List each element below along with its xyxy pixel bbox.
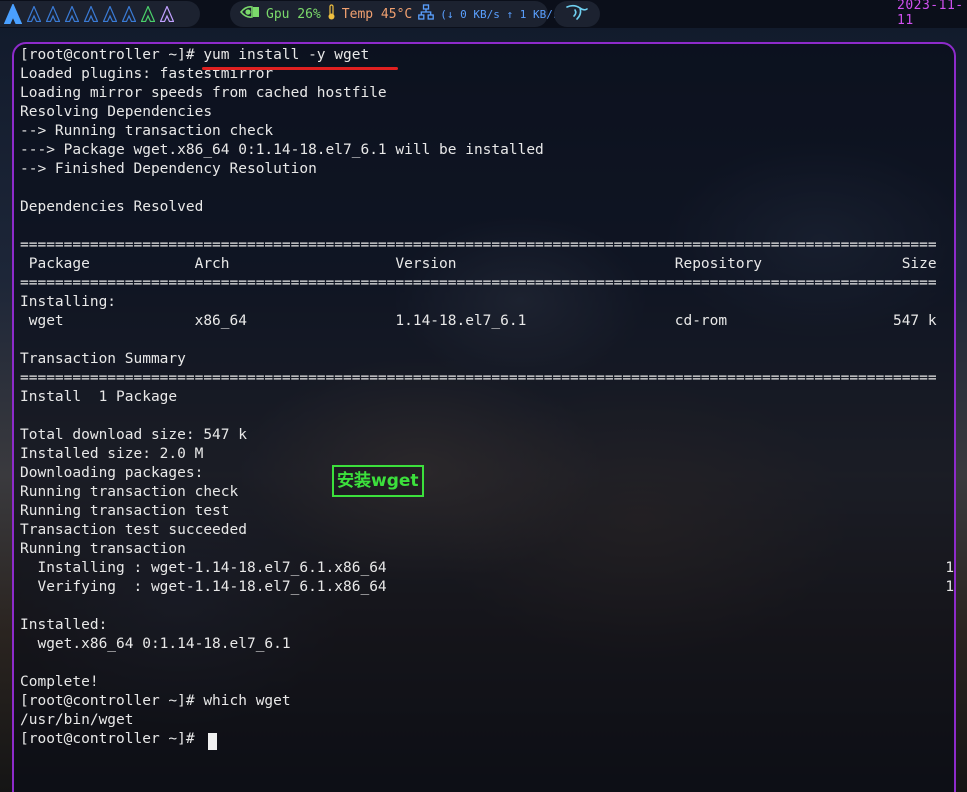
clock-date: 2023-11-11 <box>897 0 964 28</box>
terminal-line: Installing: <box>20 294 117 310</box>
terminal-line: --> Finished Dependency Resolution <box>20 161 317 177</box>
terminal-line: Running transaction check <box>20 484 239 500</box>
terminal-window[interactable]: [root@controller ~]# yum install -y wget… <box>12 42 956 792</box>
terminal-cursor <box>208 733 217 750</box>
system-stats: Gpu 26% Temp 45°C (↓ 0 KB/s ↑ 1 KB/s) <box>230 1 566 27</box>
terminal-line: Resolving Dependencies <box>20 104 213 120</box>
terminal-line: /usr/bin/wget <box>20 712 134 728</box>
terminal-line: ========================================… <box>20 370 937 386</box>
terminal-line: [root@controller ~]# yum install -y wget <box>20 47 370 63</box>
workspace-arch-icon[interactable] <box>65 6 79 22</box>
terminal-line: wget x86_64 1.14-18.el7_6.1 cd-rom 547 k <box>20 313 937 329</box>
workspace-arch-icon[interactable] <box>160 6 174 22</box>
terminal-line: ========================================… <box>20 275 937 291</box>
terminal-line: Running transaction <box>20 541 186 557</box>
workspace-arch-icon[interactable] <box>84 6 98 22</box>
terminal-output: [root@controller ~]# yum install -y wget… <box>20 46 956 749</box>
terminal-line: Loaded plugins: fastestmirror <box>20 66 274 82</box>
gpu-usage: Gpu 26% <box>266 6 321 22</box>
network-icon <box>418 4 435 24</box>
terminal-line: Installed: <box>20 617 108 633</box>
workspace-arch-icon[interactable] <box>141 6 155 22</box>
app-launcher[interactable] <box>554 1 600 27</box>
terminal-line: Install 1 Package <box>20 389 178 405</box>
terminal-line: Total download size: 547 k <box>20 427 247 443</box>
terminal-line: Loading mirror speeds from cached hostfi… <box>20 85 387 101</box>
workspace-arch-icon[interactable] <box>46 6 60 22</box>
terminal-line: Installed size: 2.0 M <box>20 446 204 462</box>
kali-dragon-icon <box>565 3 589 25</box>
workspace-arch-icon[interactable] <box>103 6 117 22</box>
top-panel: Gpu 26% Temp 45°C (↓ 0 KB/s ↑ 1 KB/s) 20… <box>0 0 967 28</box>
workspace-arch-icon[interactable] <box>122 6 136 22</box>
temperature: Temp 45°C <box>341 6 413 22</box>
terminal-line: wget.x86_64 0:1.14-18.el7_6.1 <box>20 636 291 652</box>
terminal-line: Installing : wget-1.14-18.el7_6.1.x86_64… <box>20 560 956 576</box>
workspace-arch-icon[interactable] <box>27 6 41 22</box>
annotation-label: 安装wget <box>332 465 424 497</box>
thermometer-icon <box>327 4 336 24</box>
terminal-line: Running transaction test <box>20 503 230 519</box>
terminal-line: ---> Package wget.x86_64 0:1.14-18.el7_6… <box>20 142 544 158</box>
network-speed: (↓ 0 KB/s ↑ 1 KB/s) <box>440 7 567 21</box>
command-underline-mark <box>202 67 398 70</box>
terminal-line: Complete! <box>20 674 99 690</box>
terminal-line: ========================================… <box>20 237 937 253</box>
terminal-line: Verifying : wget-1.14-18.el7_6.1.x86_64 … <box>20 579 956 595</box>
terminal-line: [root@controller ~]# which wget <box>20 693 291 709</box>
terminal-line: Transaction Summary <box>20 351 186 367</box>
terminal-line: Package Arch Version Repository Size <box>20 256 937 272</box>
nvidia-icon <box>239 5 260 23</box>
terminal-line: [root@controller ~]# <box>20 731 204 747</box>
workspace-arch-icon[interactable] <box>4 4 22 24</box>
terminal-line: Dependencies Resolved <box>20 199 204 215</box>
terminal-line: Transaction test succeeded <box>20 522 247 538</box>
terminal-line: Downloading packages: <box>20 465 204 481</box>
terminal-line: --> Running transaction check <box>20 123 274 139</box>
workspace-switcher <box>0 1 200 27</box>
